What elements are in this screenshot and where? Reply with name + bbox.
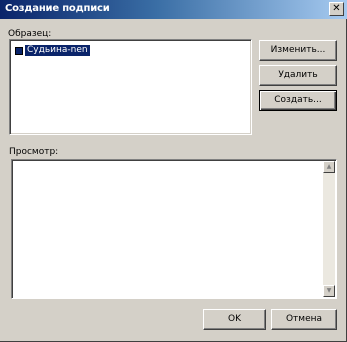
scroll-down-button[interactable]: ▼ xyxy=(323,285,335,297)
signature-list[interactable]: Судьина-nen xyxy=(9,39,252,135)
list-item[interactable]: Судьина-nen xyxy=(15,45,90,56)
scroll-up-button[interactable]: ▲ xyxy=(323,161,335,173)
signature-dialog: Создание подписи ✕ Образец: Судьина-nen … xyxy=(0,0,347,342)
title-bar[interactable]: Создание подписи ✕ xyxy=(0,0,347,19)
close-icon: ✕ xyxy=(332,3,341,14)
list-item-label: Судьина-nen xyxy=(25,45,90,56)
vertical-scrollbar[interactable]: ▲ ▼ xyxy=(323,161,335,297)
preview-label: Просмотр: xyxy=(9,147,59,157)
arrow-down-icon: ▼ xyxy=(326,287,332,294)
signature-icon xyxy=(15,46,23,55)
arrow-up-icon: ▲ xyxy=(326,163,332,170)
change-button[interactable]: Изменить... xyxy=(259,40,337,61)
sample-label: Образец: xyxy=(8,29,52,39)
close-button[interactable]: ✕ xyxy=(329,2,344,16)
cancel-button[interactable]: Отмена xyxy=(271,309,337,330)
delete-button[interactable]: Удалить xyxy=(259,65,337,86)
create-button[interactable]: Создать... xyxy=(259,90,337,111)
preview-area[interactable]: ▲ ▼ xyxy=(11,159,337,299)
ok-button[interactable]: OK xyxy=(203,309,266,330)
window-title: Создание подписи xyxy=(5,3,110,14)
